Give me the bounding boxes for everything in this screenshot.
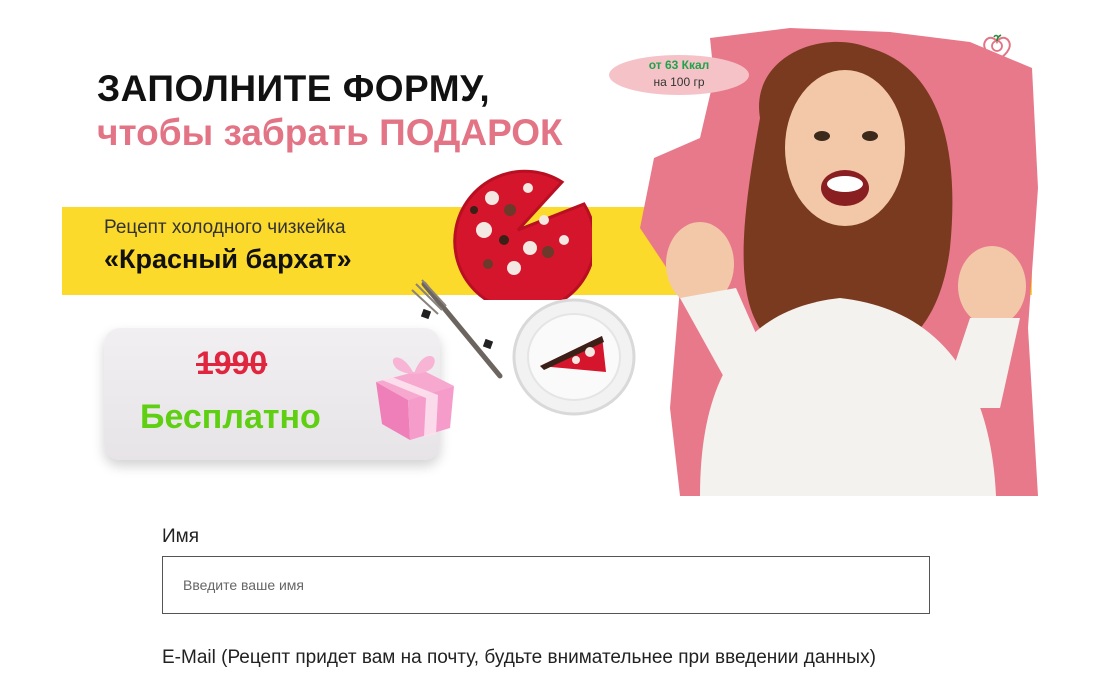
gift-box-icon (376, 356, 454, 440)
name-input[interactable] (162, 556, 930, 614)
free-label: Бесплатно (140, 398, 321, 436)
hero-banner: ЗАПОЛНИТЕ ФОРМУ, чтобы забрать ПОДАРОК Р… (0, 0, 1106, 496)
name-field-label: Имя (162, 526, 200, 547)
calorie-bubble: от 63 Ккал на 100 гр (609, 55, 749, 95)
calorie-unit: на 100 гр (653, 75, 705, 89)
headline-line-1: ЗАПОЛНИТЕ ФОРМУ, (97, 68, 491, 109)
calorie-value: от 63 Ккал (648, 58, 710, 72)
recipe-subtitle: Рецепт холодного чизкейка (104, 217, 346, 238)
old-price: 1990 (196, 345, 268, 381)
plate-with-slice-image (512, 298, 636, 416)
headline-line-2: чтобы забрать ПОДАРОК (97, 112, 563, 153)
recipe-name: «Красный бархат» (104, 244, 352, 274)
happy-woman-image (640, 28, 1038, 496)
email-field-label: E-Mail (Рецепт придет вам на почту, будь… (162, 647, 876, 668)
